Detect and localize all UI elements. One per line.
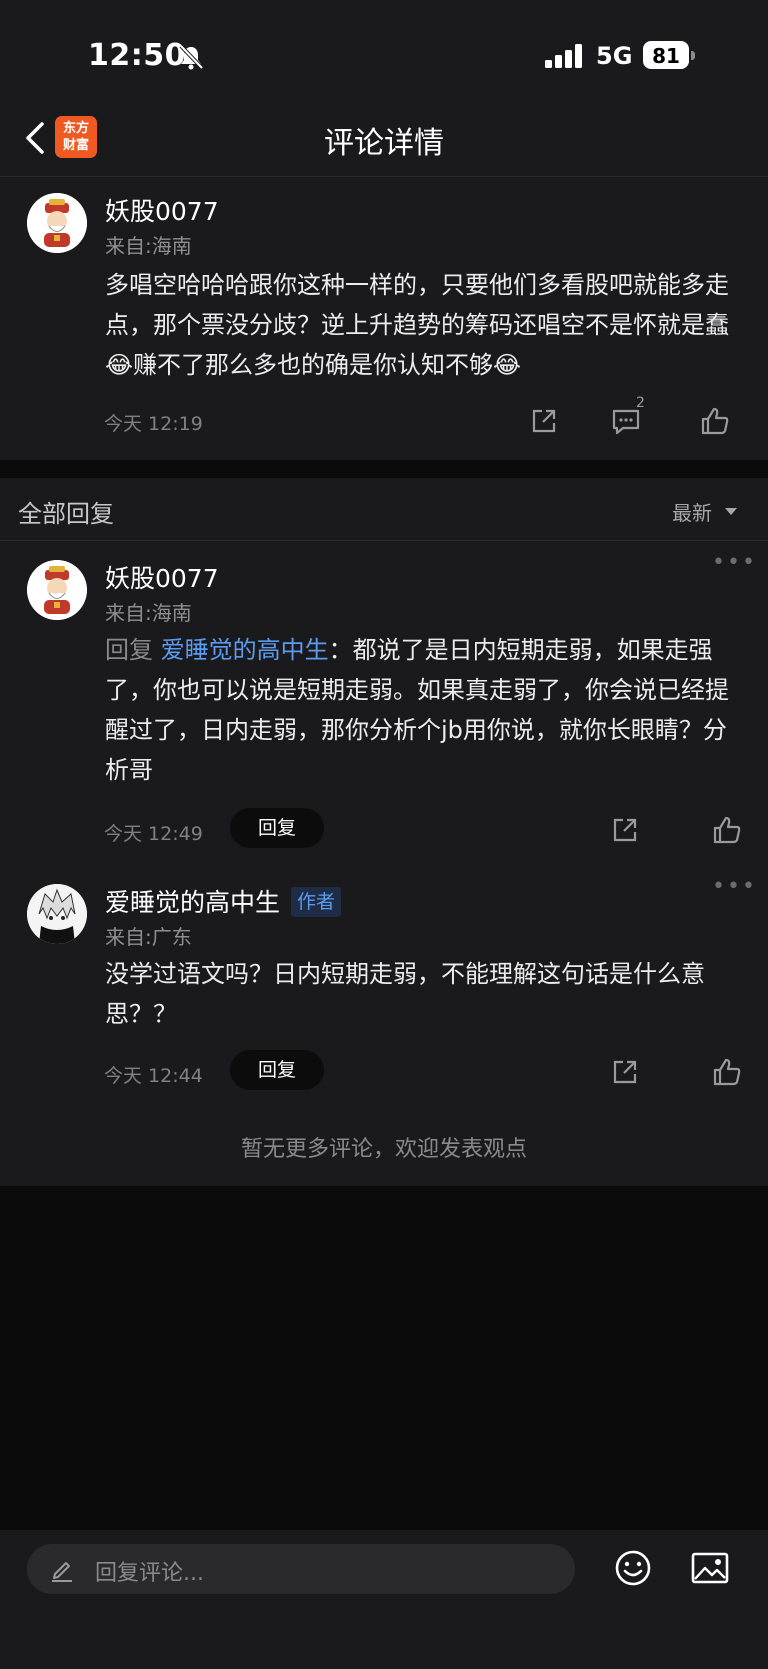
- page-title: 评论详情: [324, 126, 444, 161]
- anime-avatar-icon: [27, 884, 87, 944]
- username[interactable]: 爱睡觉的高中生: [105, 883, 280, 919]
- input-placeholder: 回复评论...: [95, 1561, 204, 1586]
- battery-tip: [691, 51, 695, 60]
- share-icon[interactable]: [609, 814, 641, 846]
- share-icon[interactable]: [528, 405, 560, 437]
- mention-link[interactable]: 爱睡觉的高中生: [161, 636, 329, 664]
- avatar[interactable]: [27, 193, 87, 253]
- fortune-god-avatar-icon: [27, 193, 87, 253]
- bottom-bar: 回复评论...: [0, 1530, 768, 1669]
- emoji-icon[interactable]: [613, 1548, 653, 1588]
- reply-time: 今天 12:44: [104, 1065, 203, 1087]
- network-type: 5G: [596, 42, 633, 70]
- battery-icon: 81: [643, 41, 695, 69]
- caret-down-icon[interactable]: [725, 508, 737, 515]
- replies-section: 全部回复 最新 妖股0077 来自:海南 ••• 回复 爱睡觉的高中生：都说了是…: [0, 478, 768, 1186]
- avatar[interactable]: [27, 560, 87, 620]
- thumbs-up-icon[interactable]: [699, 405, 731, 437]
- signal-icon: [545, 44, 582, 68]
- reply-text: 没学过语文吗？日内短期走弱，不能理解这句话是什么意思？？: [105, 960, 705, 1028]
- image-icon[interactable]: [690, 1550, 730, 1586]
- more-dots-icon[interactable]: •••: [712, 874, 757, 899]
- no-more-comments: 暂无更多评论，欢迎发表观点: [240, 1137, 527, 1162]
- reply-button[interactable]: 回复: [230, 808, 324, 848]
- more-dots-icon[interactable]: •••: [712, 550, 757, 575]
- divider: [0, 540, 768, 541]
- replies-header-title: 全部回复: [18, 500, 114, 528]
- nav-bar: 东方 财富 评论详情: [0, 100, 768, 177]
- location: 来自:海南: [105, 234, 192, 258]
- battery-level: 81: [652, 44, 680, 68]
- avatar[interactable]: [27, 884, 87, 944]
- comment-text: 多唱空哈哈哈跟你这种一样的，只要他们多看股吧就能多走点，那个票没分歧？逆上升趋势…: [105, 271, 729, 379]
- pencil-icon: [52, 1562, 72, 1582]
- reply-prefix: 回复: [105, 636, 161, 664]
- author-badge: 作者: [291, 887, 342, 917]
- reply-text: 回复 爱睡觉的高中生：都说了是日内短期走弱，如果走强了，你也可以说是短期走弱。如…: [105, 630, 745, 790]
- sort-dropdown[interactable]: 最新: [672, 497, 712, 526]
- location: 来自:海南: [105, 601, 192, 625]
- bell-off-icon: [179, 44, 204, 70]
- comment-count: 2: [636, 395, 645, 411]
- reply-button[interactable]: 回复: [230, 1050, 324, 1090]
- username[interactable]: 妖股0077: [105, 559, 219, 595]
- fortune-god-avatar-icon: [27, 560, 87, 620]
- location: 来自:广东: [105, 925, 192, 949]
- main-comment: 妖股0077 来自:海南 多唱空哈哈哈跟你这种一样的，只要他们多看股吧就能多走点…: [0, 177, 768, 460]
- share-icon[interactable]: [609, 1056, 641, 1088]
- reply-time: 今天 12:49: [104, 823, 203, 845]
- comment-time: 今天 12:19: [104, 413, 203, 435]
- status-time: 12:50: [88, 38, 186, 73]
- thumbs-up-icon[interactable]: [711, 814, 743, 846]
- reply-comment-input[interactable]: 回复评论...: [27, 1544, 575, 1594]
- status-bar: 12:50 5G 81: [0, 0, 768, 100]
- username[interactable]: 妖股0077: [105, 192, 219, 228]
- thumbs-up-icon[interactable]: [711, 1056, 743, 1088]
